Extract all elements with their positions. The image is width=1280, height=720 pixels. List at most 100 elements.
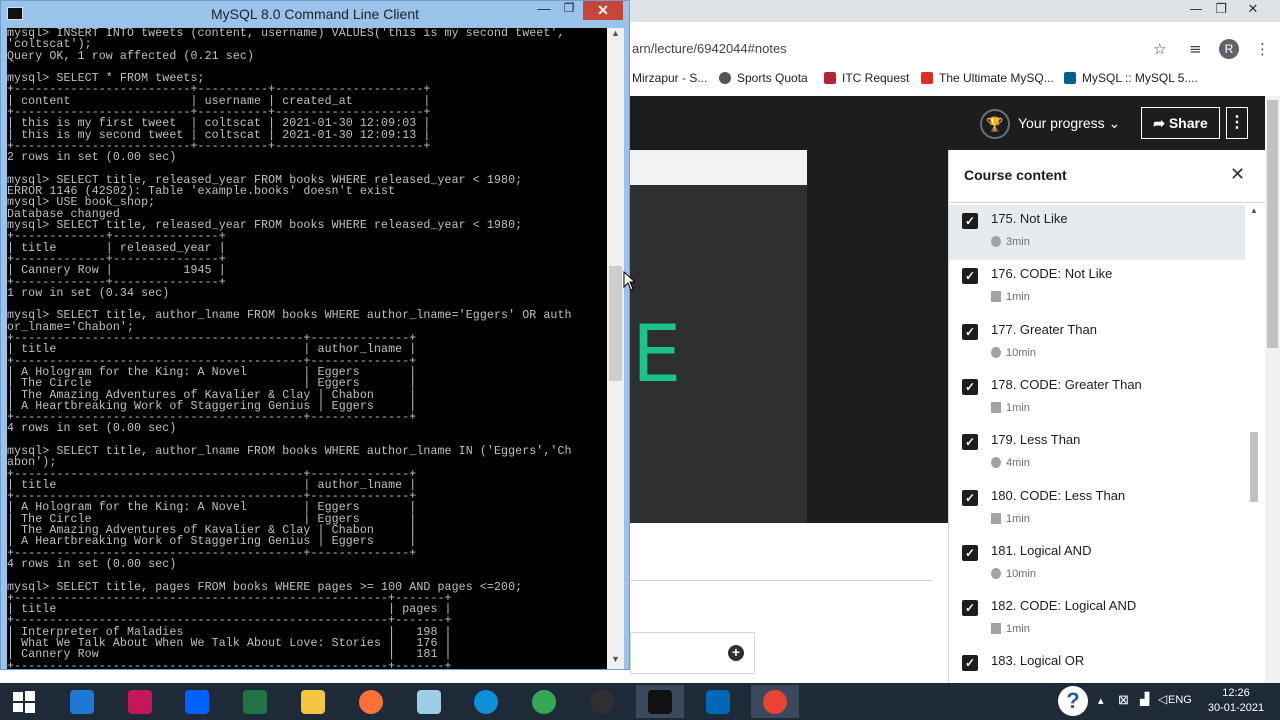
lecture-item[interactable]: ✓ 177. Greater Than 10min bbox=[949, 316, 1245, 371]
language-indicator[interactable]: ENG bbox=[1168, 694, 1192, 706]
lecture-meta: 10min bbox=[991, 567, 1036, 580]
checkbox-icon[interactable]: ✓ bbox=[962, 378, 978, 395]
menu-icon[interactable]: ⋮ bbox=[1255, 40, 1270, 58]
document-icon bbox=[991, 401, 1001, 413]
address-bar[interactable]: arn/lecture/6942044#notes bbox=[630, 34, 1150, 64]
mysql-console-window[interactable]: MySQL 8.0 Command Line Client — ❐ ✕ mysq… bbox=[0, 0, 630, 670]
checkbox-icon[interactable]: ✓ bbox=[962, 489, 978, 506]
lecture-item[interactable]: ✓ 176. CODE: Not Like 1min bbox=[949, 260, 1245, 315]
globe-icon bbox=[719, 72, 731, 84]
checkbox-icon[interactable]: ✓ bbox=[962, 544, 978, 561]
taskbar-notepad-button[interactable] bbox=[405, 685, 453, 718]
bookmark-item[interactable]: Mirzapur - S... bbox=[632, 71, 707, 85]
progress-button[interactable]: 🏆 Your progress ⌄ bbox=[980, 108, 1121, 140]
browser-close-button[interactable]: ✕ bbox=[1240, 0, 1266, 22]
edge-icon bbox=[474, 690, 499, 714]
console-scroll-thumb[interactable] bbox=[609, 266, 622, 381]
scroll-up-icon[interactable]: ▲ bbox=[607, 28, 624, 43]
taskbar-internet-explorer-button[interactable] bbox=[58, 685, 106, 718]
bookmark-label: ITC Request bbox=[842, 71, 910, 85]
dropbox-icon bbox=[185, 690, 210, 714]
bookmark-label: MySQL :: MySQL 5.... bbox=[1082, 71, 1198, 85]
taskbar-obs-button[interactable] bbox=[578, 685, 626, 718]
taskbar-chrome-button[interactable] bbox=[520, 685, 568, 718]
calculator-icon bbox=[243, 690, 268, 714]
taskbar-chrome-2-button[interactable] bbox=[751, 685, 800, 718]
lecture-item[interactable]: ✓ 179. Less Than 4min bbox=[949, 426, 1245, 481]
chevron-down-icon: ⌄ bbox=[1108, 115, 1121, 131]
star-icon[interactable]: ☆ bbox=[1153, 40, 1166, 58]
help-icon[interactable]: ? bbox=[1058, 686, 1088, 716]
sidebar-scroll-thumb[interactable] bbox=[1250, 432, 1258, 502]
trophy-icon: 🏆 bbox=[980, 109, 1010, 140]
lecture-duration: 10min bbox=[1006, 346, 1036, 359]
signal-icon[interactable]: ▟ bbox=[1140, 692, 1149, 706]
close-icon[interactable]: ✕ bbox=[1230, 164, 1245, 185]
taskbar-vscode-button[interactable] bbox=[694, 685, 742, 718]
document-icon bbox=[991, 512, 1001, 524]
taskbar-photo-app-button[interactable] bbox=[116, 685, 164, 718]
checkbox-icon[interactable]: ✓ bbox=[962, 600, 978, 617]
console-line: 'coltscat'); bbox=[7, 38, 92, 52]
taskbar-firefox-button[interactable] bbox=[347, 685, 395, 718]
lecture-duration: 1min bbox=[1006, 512, 1030, 525]
plus-icon[interactable]: + bbox=[728, 645, 744, 661]
lecture-item[interactable]: ✓ 180. CODE: Less Than 1min bbox=[949, 482, 1245, 537]
console-line: 1 row in set (0.34 sec) bbox=[7, 286, 170, 300]
bookmark-item[interactable]: The Ultimate MySQ... bbox=[921, 71, 1054, 85]
chevron-up-icon[interactable]: ▴ bbox=[1098, 694, 1104, 707]
file-explorer-icon bbox=[301, 690, 325, 714]
console-output[interactable]: mysql> INSERT INTO tweets (content, user… bbox=[7, 28, 607, 669]
console-line: | Cannery Row | 181 | bbox=[7, 648, 452, 662]
clock[interactable]: 12:26 30-01-2021 bbox=[1206, 686, 1266, 716]
lecture-item[interactable]: ✓ 181. Logical AND 10min bbox=[949, 537, 1245, 592]
more-options-button[interactable]: ⋮ bbox=[1226, 107, 1248, 139]
minimize-button[interactable]: — bbox=[531, 1, 557, 21]
lecture-title: 177. Greater Than bbox=[991, 321, 1097, 337]
share-button[interactable]: ➦ Share bbox=[1141, 107, 1220, 139]
lecture-item[interactable]: ✓ 178. CODE: Greater Than 1min bbox=[949, 371, 1245, 426]
console-text: mysql> INSERT INTO tweets (content, user… bbox=[7, 28, 572, 669]
browser-minimize-button[interactable]: — bbox=[1183, 0, 1209, 22]
start-icon bbox=[12, 690, 36, 714]
checkbox-icon[interactable]: ✓ bbox=[962, 434, 978, 451]
console-line: | Cannery Row | 1945 | bbox=[7, 264, 226, 278]
browser-maximize-button[interactable]: ❐ bbox=[1208, 0, 1234, 22]
taskbar-calculator-button[interactable] bbox=[231, 685, 279, 718]
console-line: 2 rows in set (0.00 sec) bbox=[7, 151, 177, 165]
scroll-down-icon[interactable]: ▼ bbox=[607, 654, 624, 669]
lecture-meta: 1min bbox=[991, 512, 1030, 525]
divider bbox=[948, 202, 1265, 203]
checkbox-icon[interactable]: ✓ bbox=[962, 213, 978, 229]
console-line: | title | author_lname | bbox=[7, 343, 417, 357]
lecture-duration: 1min bbox=[1006, 291, 1030, 304]
checkbox-icon[interactable]: ✓ bbox=[962, 655, 978, 672]
avatar[interactable]: R bbox=[1219, 39, 1239, 59]
taskbar-file-explorer-button[interactable] bbox=[289, 685, 337, 718]
taskbar-dropbox-button[interactable] bbox=[173, 685, 221, 718]
bookmark-item[interactable]: ITC Request bbox=[824, 71, 909, 85]
lecture-meta: 3min bbox=[991, 236, 1030, 248]
console-line: +-------------+---------------+ bbox=[7, 230, 226, 244]
lecture-duration: 10min bbox=[1006, 567, 1036, 580]
network-icon[interactable]: ⊠ bbox=[1118, 692, 1129, 708]
lecture-item[interactable]: ✓ 182. CODE: Logical AND 1min bbox=[949, 592, 1245, 647]
lecture-meta: 1min bbox=[991, 623, 1030, 635]
browser-scroll-thumb[interactable] bbox=[1267, 100, 1278, 348]
console-line: | this is my first tweet | coltscat | 20… bbox=[7, 117, 431, 131]
checkbox-icon[interactable]: ✓ bbox=[962, 268, 978, 285]
maximize-button[interactable]: ❐ bbox=[556, 1, 582, 21]
taskbar-start-button[interactable] bbox=[0, 685, 48, 718]
bookmark-item[interactable]: MySQL :: MySQL 5.... bbox=[1064, 71, 1198, 85]
checkbox-icon[interactable]: ✓ bbox=[962, 323, 978, 340]
lecture-item[interactable]: ✓ 175. Not Like 3min bbox=[949, 205, 1245, 260]
close-button[interactable]: ✕ bbox=[583, 1, 623, 20]
scroll-up-icon[interactable]: ▲ bbox=[1250, 206, 1258, 215]
taskbar-mysql-button[interactable] bbox=[635, 685, 684, 718]
volume-icon[interactable]: ◁ bbox=[1158, 692, 1167, 706]
reading-list-icon[interactable]: ≡ bbox=[1189, 40, 1202, 58]
bookmark-item[interactable]: Sports Quota bbox=[719, 71, 808, 85]
taskbar-edge-button[interactable] bbox=[462, 685, 510, 718]
lecture-duration: 1min bbox=[1006, 401, 1030, 414]
bookmark-label: Mirzapur - S... bbox=[632, 71, 708, 85]
